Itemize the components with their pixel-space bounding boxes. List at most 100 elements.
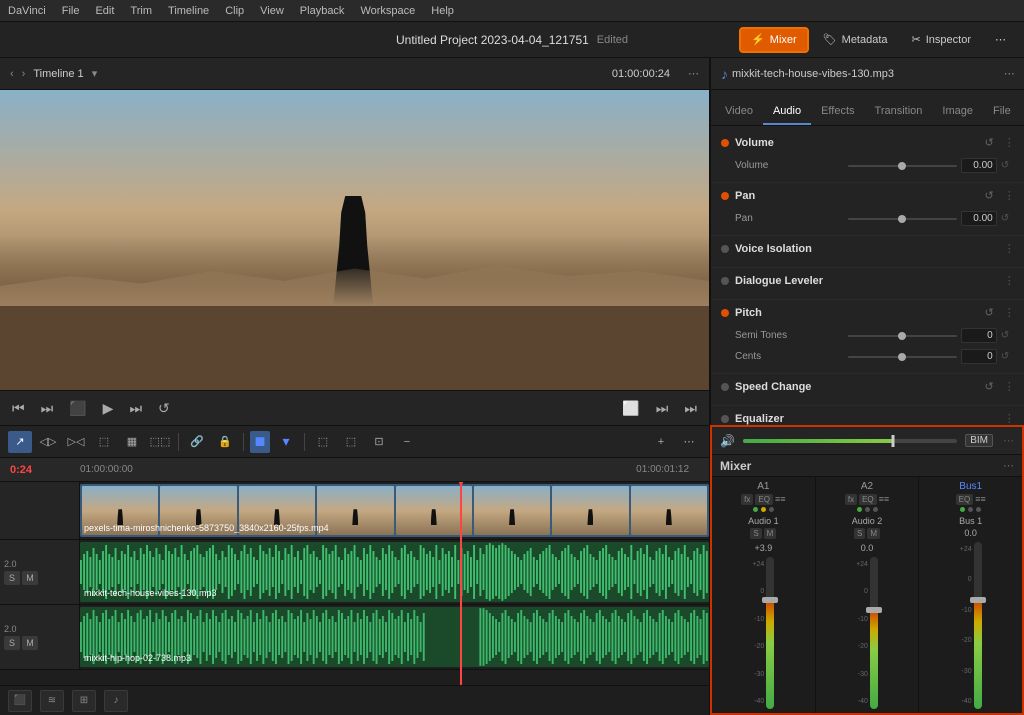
solo-button-1[interactable]: S (4, 571, 20, 585)
go-to-start-button[interactable]: ⏮ (8, 398, 29, 419)
pitch-options-icon[interactable]: ⋮ (1004, 306, 1015, 319)
menu-timeline[interactable]: Timeline (168, 5, 209, 17)
volume-value[interactable]: 0.00 (961, 158, 997, 173)
metadata-button[interactable]: 🏷 Metadata (813, 27, 898, 53)
trim-in-tool[interactable]: ◁▷ (36, 431, 60, 453)
pan-slider[interactable] (848, 218, 957, 220)
skip-prev-button[interactable]: ⏭ (652, 398, 673, 419)
channel-bus1-fader[interactable] (974, 542, 982, 709)
voice-isolation-options[interactable]: ⋮ (1004, 242, 1015, 255)
zoom-out-button[interactable]: ⬚ (339, 431, 363, 453)
blade-tool[interactable]: ⬚ (92, 431, 116, 453)
audio-clip-2[interactable]: mixkit-hip-hop-02-738.mp3 (80, 607, 709, 667)
menu-workspace[interactable]: Workspace (360, 5, 415, 17)
media-pool-icon[interactable]: ⬛ (8, 690, 32, 712)
more-options-button[interactable]: ⋯ (677, 431, 701, 453)
volume-enabled-dot[interactable] (721, 139, 729, 147)
pitch-reset-button[interactable]: ↺ (985, 306, 994, 319)
audio-track-2-content[interactable]: mixkit-hip-hop-02-738.mp3 (80, 605, 709, 669)
tab-transition[interactable]: Transition (865, 101, 933, 125)
speed-change-reset[interactable]: ↺ (985, 380, 994, 393)
pan-reset-button[interactable]: ↺ (985, 189, 994, 202)
volume-options-icon[interactable]: ⋮ (1004, 136, 1015, 149)
tab-image[interactable]: Image (932, 101, 983, 125)
voice-isolation-dot[interactable] (721, 245, 729, 253)
multi-tool[interactable]: ▦ (120, 431, 144, 453)
dialogue-leveler-dot[interactable] (721, 277, 729, 285)
menu-trim[interactable]: Trim (130, 5, 152, 17)
speed-change-options[interactable]: ⋮ (1004, 380, 1015, 393)
channel-a1-fx-button[interactable]: fx (741, 494, 753, 505)
stop-button[interactable]: ⬛ (65, 398, 90, 419)
lock-button[interactable]: 🔒 (213, 431, 237, 453)
menu-playback[interactable]: Playback (300, 5, 345, 17)
mixer-volume-bar[interactable] (743, 439, 957, 443)
pan-value[interactable]: 0.00 (961, 211, 997, 226)
volume-param-reset[interactable]: ↺ (1001, 160, 1015, 171)
solo-button-2[interactable]: S (4, 636, 20, 650)
semi-tones-reset[interactable]: ↺ (1001, 330, 1015, 341)
skip-next-button[interactable]: ⏭ (680, 398, 701, 419)
volume-reset-button[interactable]: ↺ (985, 136, 994, 149)
tab-file[interactable]: File (983, 101, 1021, 125)
menu-file[interactable]: File (62, 5, 80, 17)
effects-icon[interactable]: ≋ (40, 690, 64, 712)
menu-clip[interactable]: Clip (225, 5, 244, 17)
tab-audio[interactable]: Audio (763, 101, 811, 125)
channel-a2-mute[interactable]: M (867, 528, 880, 539)
pan-options-icon[interactable]: ⋮ (1004, 189, 1015, 202)
dialogue-leveler-options[interactable]: ⋮ (1004, 274, 1015, 287)
mute-button-1[interactable]: M (22, 571, 38, 585)
video-clip[interactable]: pexels-tima-miroshnichenko-5873750_3840x… (80, 484, 709, 537)
inspector-button[interactable]: ✂ Inspector (902, 27, 981, 53)
semi-tones-value[interactable]: 0 (961, 328, 997, 343)
zoom-in-button[interactable]: ⬚ (311, 431, 335, 453)
equalizer-dot[interactable] (721, 415, 729, 423)
timeline-icon[interactable]: ⊞ (72, 690, 96, 712)
video-track-content[interactable]: pexels-tima-miroshnichenko-5873750_3840x… (80, 482, 709, 539)
snap-tool[interactable]: ⬚⬚ (148, 431, 172, 453)
channel-bus1-eq-button[interactable]: EQ (956, 494, 974, 505)
nav-back[interactable]: ‹ (10, 68, 14, 80)
channel-a2-eq-button[interactable]: EQ (859, 494, 877, 505)
channel-a1-fader[interactable] (766, 557, 774, 709)
cents-slider[interactable] (848, 356, 957, 358)
tab-effects[interactable]: Effects (811, 101, 864, 125)
loop-button[interactable]: ↺ (154, 398, 174, 419)
minus-button[interactable]: − (395, 431, 419, 453)
menu-view[interactable]: View (260, 5, 284, 17)
fit-button[interactable]: ⊡ (367, 431, 391, 453)
volume-slider[interactable] (848, 165, 957, 167)
channel-a1-mute[interactable]: M (764, 528, 777, 539)
select-tool-button[interactable]: ↗ (8, 431, 32, 453)
play-button[interactable]: ▶ (99, 398, 118, 419)
speed-change-dot[interactable] (721, 383, 729, 391)
tab-video[interactable]: Video (715, 101, 763, 125)
menu-help[interactable]: Help (431, 5, 454, 17)
pitch-enabled-dot[interactable] (721, 309, 729, 317)
timecode-options[interactable]: ⋯ (688, 67, 699, 80)
channel-a1-eq-button[interactable]: EQ (755, 494, 773, 505)
cents-value[interactable]: 0 (961, 349, 997, 364)
trim-out-tool[interactable]: ▷◁ (64, 431, 88, 453)
mixer-top-options[interactable]: ⋯ (1003, 434, 1014, 447)
audio-clip-1[interactable]: mixkit-tech-house-vibes-130.mp3 (80, 542, 709, 602)
channel-a1-fader-handle[interactable] (762, 597, 778, 603)
inspector-options-button[interactable]: ⋯ (1004, 67, 1015, 80)
options-button[interactable]: ⋯ (985, 27, 1016, 53)
mixer-button[interactable]: ⚡ Mixer (739, 27, 809, 53)
audio-icon[interactable]: ♪ (104, 690, 128, 712)
overwrite-mode-button[interactable]: ▾ (274, 431, 298, 453)
mute-button-2[interactable]: M (22, 636, 38, 650)
menu-edit[interactable]: Edit (95, 5, 114, 17)
fullscreen-icon[interactable]: ⬜ (618, 398, 643, 419)
rewind-button[interactable]: ⏭ (37, 398, 58, 419)
timeline-dropdown-icon[interactable]: ▾ (92, 67, 98, 80)
channel-a2-solo[interactable]: S (854, 528, 865, 539)
semi-tones-slider[interactable] (848, 335, 957, 337)
link-button[interactable]: 🔗 (185, 431, 209, 453)
channel-a1-solo[interactable]: S (750, 528, 761, 539)
cents-reset[interactable]: ↺ (1001, 351, 1015, 362)
channel-bus1-fader-handle[interactable] (970, 597, 986, 603)
fast-forward-button[interactable]: ⏭ (125, 398, 146, 419)
